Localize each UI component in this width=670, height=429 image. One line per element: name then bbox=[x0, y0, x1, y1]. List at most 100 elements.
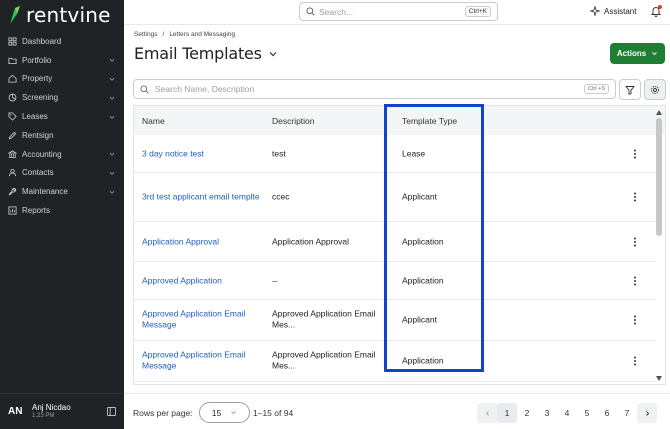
actions-button[interactable]: Actions bbox=[610, 43, 665, 64]
global-search[interactable]: Search... Ctrl+K bbox=[299, 2, 498, 21]
breadcrumb: Settings / Letters and Messaging bbox=[134, 31, 235, 38]
page-button-2[interactable]: 2 bbox=[517, 403, 537, 423]
sidebar-item-dashboard[interactable]: Dashboard bbox=[0, 32, 124, 51]
scroll-up-arrow[interactable] bbox=[655, 108, 663, 116]
table-row[interactable]: 3 day notice test test Lease bbox=[134, 135, 656, 173]
breadcrumb-letters[interactable]: Letters and Messaging bbox=[169, 31, 235, 38]
rentvine-leaf-icon bbox=[10, 6, 20, 24]
sidebar-item-label: Rentsign bbox=[22, 130, 54, 140]
page-button-5[interactable]: 5 bbox=[577, 403, 597, 423]
reports-icon bbox=[8, 206, 17, 215]
table-row[interactable]: Application Approval Application Approval… bbox=[134, 222, 656, 262]
template-type: Application bbox=[402, 274, 444, 285]
template-search[interactable]: Search Name, Description Ctrl +S bbox=[133, 79, 616, 99]
user-profile[interactable]: AN Anj Nicdao 1:23 PM bbox=[0, 393, 124, 429]
table-row[interactable]: Approved Application Email Message Approv… bbox=[134, 300, 656, 341]
chevron-down-icon bbox=[109, 59, 115, 62]
search-icon bbox=[306, 7, 315, 16]
table-row[interactable]: Approved Application -- Application bbox=[134, 262, 656, 300]
page-title-text: Email Templates bbox=[134, 44, 262, 63]
page-title[interactable]: Email Templates bbox=[134, 44, 278, 63]
chevron-left-icon bbox=[485, 410, 489, 416]
pagination-range: 1–15 of 94 bbox=[253, 408, 294, 418]
template-type: Applicant bbox=[402, 314, 437, 325]
notifications-button[interactable] bbox=[650, 5, 662, 17]
row-menu-button[interactable] bbox=[631, 149, 639, 159]
more-vertical-icon bbox=[634, 192, 636, 202]
scroll-thumb[interactable] bbox=[656, 118, 662, 236]
sidebar-item-accounting[interactable]: Accounting bbox=[0, 145, 124, 164]
page-button-6[interactable]: 6 bbox=[597, 403, 617, 423]
filter-button[interactable] bbox=[619, 79, 641, 100]
template-name-link[interactable]: Approved Application Email Message bbox=[142, 309, 262, 332]
more-vertical-icon bbox=[634, 315, 636, 325]
sidebar-item-rentsign[interactable]: Rentsign bbox=[0, 126, 124, 145]
column-header-template-type[interactable]: Template Type bbox=[402, 116, 457, 126]
triangle-up-icon bbox=[656, 109, 662, 115]
sidebar-item-contacts[interactable]: Contacts bbox=[0, 164, 124, 183]
sidebar-item-label: Reports bbox=[22, 206, 51, 216]
actions-label: Actions bbox=[616, 49, 647, 58]
collapse-sidebar-icon[interactable] bbox=[107, 407, 116, 416]
template-name-link[interactable]: Approved Application bbox=[142, 275, 262, 286]
template-description: Approved Application Email Mes... bbox=[272, 349, 376, 371]
scroll-down-arrow[interactable] bbox=[655, 374, 663, 382]
table-settings-button[interactable] bbox=[644, 79, 666, 100]
search-shortcut: Ctrl+K bbox=[464, 6, 491, 17]
row-menu-button[interactable] bbox=[631, 276, 639, 286]
sidebar-item-leases[interactable]: Leases bbox=[0, 107, 124, 126]
template-type: Application bbox=[402, 355, 444, 366]
table-row[interactable]: 3rd test applicant email templte ccec Appl… bbox=[134, 173, 656, 222]
chevron-down-icon bbox=[109, 96, 115, 100]
row-menu-button[interactable] bbox=[631, 315, 639, 325]
avatar: AN bbox=[8, 406, 23, 417]
sidebar: rentvine Dashboard Portfolio Property Scree… bbox=[0, 0, 124, 429]
screening-icon bbox=[8, 93, 17, 102]
page-button-3[interactable]: 3 bbox=[537, 403, 557, 423]
triangle-down-icon bbox=[656, 375, 662, 381]
chevron-down-icon bbox=[109, 153, 115, 156]
template-type: Lease bbox=[402, 147, 426, 158]
table-scrollbar[interactable] bbox=[654, 106, 664, 384]
page-button-7[interactable]: 7 bbox=[617, 403, 637, 423]
tag-icon bbox=[8, 112, 17, 121]
pagination: 1234567 bbox=[477, 403, 657, 423]
table-footer: Rows per page: 15 1–15 of 94 1234567 bbox=[124, 393, 670, 429]
rows-per-page-value: 15 bbox=[211, 407, 222, 418]
sidebar-item-reports[interactable]: Reports bbox=[0, 201, 124, 220]
template-name-link[interactable]: 3 day notice test bbox=[142, 148, 262, 159]
template-name-link[interactable]: Approved Application Email Message bbox=[142, 350, 262, 373]
more-vertical-icon bbox=[634, 237, 636, 246]
chevron-right-icon bbox=[645, 410, 649, 416]
template-search-shortcut: Ctrl +S bbox=[584, 84, 609, 94]
filter-icon bbox=[625, 85, 635, 95]
chevron-down-icon bbox=[269, 51, 277, 56]
row-menu-button[interactable] bbox=[631, 192, 639, 202]
rows-per-page-select[interactable]: 15 bbox=[199, 402, 250, 423]
user-name: Anj Nicdao bbox=[32, 403, 71, 413]
sidebar-item-maintenance[interactable]: Maintenance bbox=[0, 182, 124, 201]
row-menu-button[interactable] bbox=[631, 356, 639, 366]
sidebar-item-screening[interactable]: Screening bbox=[0, 88, 124, 107]
next-page-button[interactable] bbox=[637, 403, 657, 423]
column-header-name[interactable]: Name bbox=[142, 116, 165, 126]
table-row[interactable]: Approved Application Email Message Approv… bbox=[134, 341, 656, 382]
breadcrumb-settings[interactable]: Settings bbox=[134, 31, 158, 38]
table-header: Name Description Template Type bbox=[134, 106, 665, 135]
template-type: Applicant bbox=[402, 191, 437, 202]
sidebar-item-property[interactable]: Property bbox=[0, 70, 124, 89]
template-name-link[interactable]: 3rd test applicant email templte bbox=[142, 191, 262, 202]
column-header-description[interactable]: Description bbox=[272, 116, 315, 126]
user-info: Anj Nicdao 1:23 PM bbox=[32, 403, 107, 420]
sidebar-item-portfolio[interactable]: Portfolio bbox=[0, 51, 124, 70]
logo[interactable]: rentvine bbox=[0, 0, 124, 30]
previous-page-button[interactable] bbox=[477, 403, 497, 423]
page-button-1[interactable]: 1 bbox=[497, 403, 517, 423]
template-description: ccec bbox=[272, 191, 290, 202]
sidebar-nav: Dashboard Portfolio Property Screening Lease… bbox=[0, 32, 124, 220]
template-name-link[interactable]: Application Approval bbox=[142, 236, 262, 247]
template-description: -- bbox=[272, 274, 278, 285]
row-menu-button[interactable] bbox=[631, 237, 639, 247]
page-button-4[interactable]: 4 bbox=[557, 403, 577, 423]
assistant-button[interactable]: Assistant bbox=[590, 6, 636, 16]
